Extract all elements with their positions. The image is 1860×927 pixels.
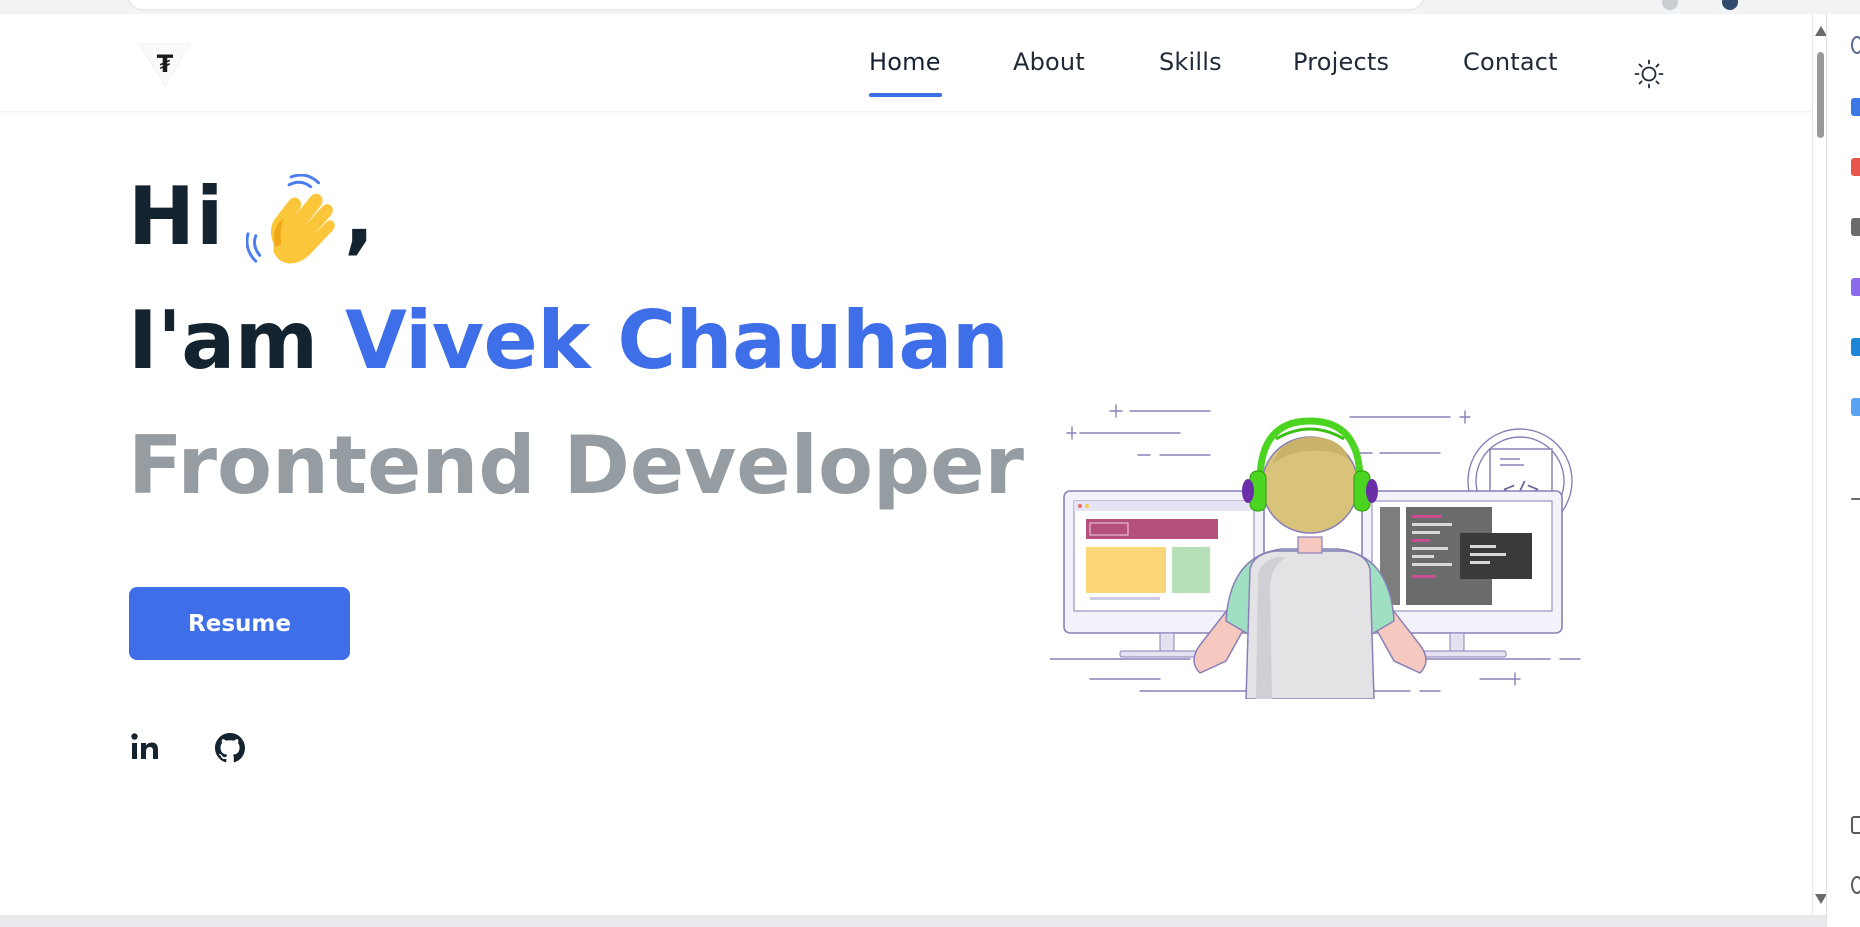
intro-heading: I'am Vivek Chauhan — [128, 294, 1009, 387]
developer-name: Vivek Chauhan — [344, 294, 1009, 387]
outlook-icon[interactable] — [1851, 338, 1860, 356]
drop-icon[interactable] — [1851, 398, 1860, 416]
nav-link-about[interactable]: About — [1013, 48, 1085, 76]
greeting-text: Hi — [128, 170, 225, 263]
bookmark-icon[interactable] — [1851, 98, 1860, 116]
settings-icon[interactable] — [1851, 876, 1860, 894]
navbar: ₮ Home About Skills Projects Contact — [0, 14, 1812, 112]
nav-link-contact[interactable]: Contact — [1463, 48, 1558, 76]
linkedin-icon[interactable] — [128, 730, 164, 766]
browser-side-panel — [1826, 14, 1860, 927]
horizontal-scrollbar[interactable] — [0, 915, 1826, 927]
address-bar[interactable] — [128, 0, 1424, 10]
active-nav-indicator — [869, 93, 942, 97]
nav-link-home[interactable]: Home — [869, 48, 941, 76]
logo-icon[interactable]: ₮ — [138, 38, 192, 88]
github-icon[interactable] — [212, 730, 248, 766]
sun-icon[interactable] — [1634, 59, 1664, 89]
nav-link-projects[interactable]: Projects — [1293, 48, 1389, 76]
waving-hand-icon — [246, 174, 335, 264]
games-icon[interactable] — [1851, 218, 1860, 236]
browser-window: ₮ Home About Skills Projects Contact Hi … — [0, 0, 1860, 927]
developer-illustration: </> — [1050, 404, 1581, 699]
extension-icon[interactable] — [1662, 0, 1678, 10]
vertical-scrollbar[interactable] — [1812, 14, 1827, 915]
role-title: Frontend Developer — [128, 419, 1024, 512]
browser-toolbar — [0, 0, 1860, 14]
search-icon[interactable] — [1851, 36, 1860, 54]
resume-button[interactable]: Resume — [129, 587, 350, 660]
svg-text:₮: ₮ — [157, 50, 174, 78]
greeting-comma: , — [344, 170, 375, 263]
scroll-thumb[interactable] — [1817, 52, 1824, 138]
split-screen-icon[interactable] — [1851, 816, 1860, 834]
intro-prefix: I'am — [128, 294, 345, 387]
copilot-icon[interactable] — [1851, 278, 1860, 296]
nav-link-skills[interactable]: Skills — [1159, 48, 1222, 76]
shopping-icon[interactable] — [1851, 158, 1860, 176]
page-viewport: ₮ Home About Skills Projects Contact Hi … — [0, 14, 1812, 915]
profile-avatar[interactable] — [1722, 0, 1738, 10]
add-icon[interactable] — [1851, 498, 1860, 500]
